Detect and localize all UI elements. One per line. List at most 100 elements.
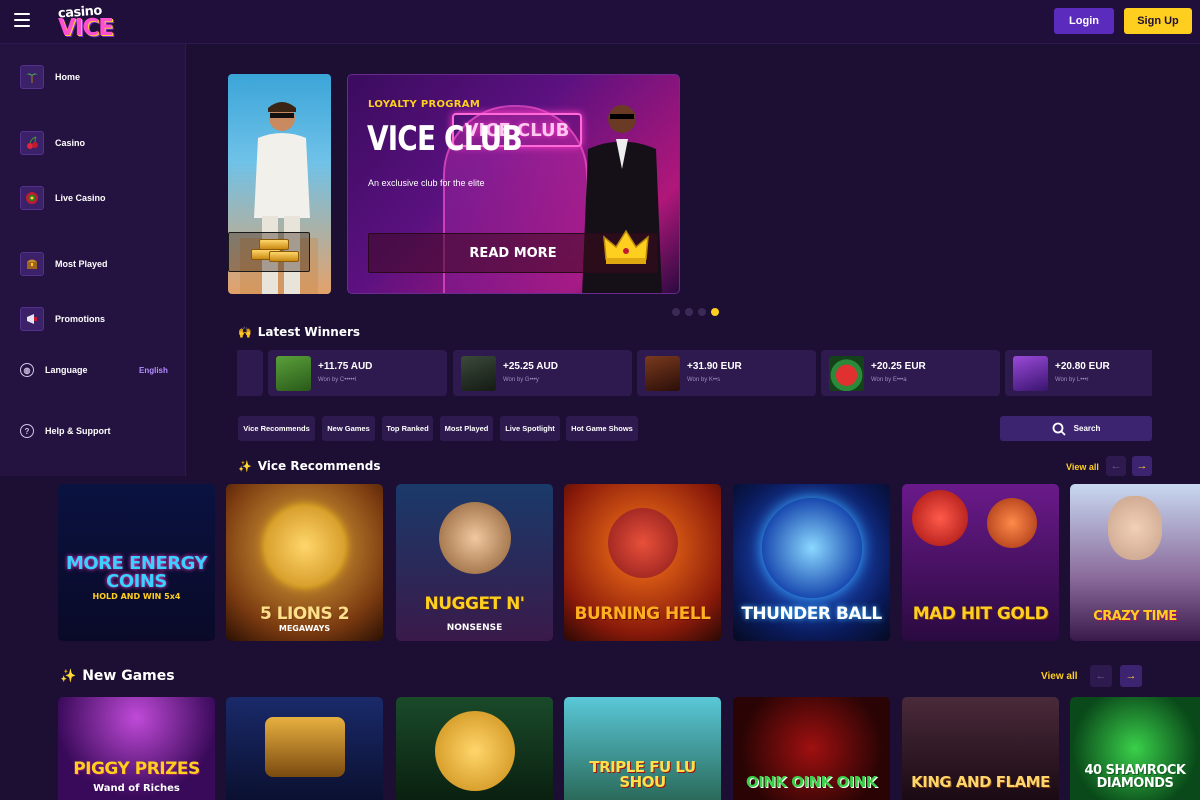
carousel-dot[interactable]	[698, 308, 706, 316]
language-selector[interactable]: ◍ Language	[20, 363, 88, 377]
roulette-icon	[20, 186, 44, 210]
signup-button[interactable]: Sign Up	[1124, 8, 1192, 34]
sidebar: Home Casino Live Casino Most Played Prom…	[0, 44, 186, 476]
winner-amount: +20.80 EUR	[1055, 361, 1110, 372]
cherry-icon	[20, 131, 44, 155]
sidebar-item-most-played[interactable]: Most Played	[20, 252, 108, 276]
game-title: MAD HIT GOLD	[912, 604, 1049, 624]
tab-live-spotlight[interactable]: Live Spotlight	[500, 416, 560, 441]
game-tile[interactable]: BURNING HELL	[564, 484, 721, 641]
sidebar-item-home[interactable]: Home	[20, 65, 80, 89]
winner-game-thumbnail	[461, 356, 496, 391]
gold-bars-frame	[228, 232, 310, 272]
sidebar-item-casino[interactable]: Casino	[20, 131, 85, 155]
hero-subtitle: An exclusive club for the elite	[368, 178, 485, 188]
game-subtitle: MEGAWAYS	[278, 624, 331, 633]
sidebar-item-label: Home	[55, 72, 81, 82]
winner-name: Won by L•••r	[1055, 377, 1089, 383]
winner-amount: +11.75 AUD	[318, 361, 373, 372]
question-icon: ?	[20, 424, 34, 438]
vice-recommends-heading: ✨ Vice Recommends	[238, 459, 380, 473]
tab-hot-game-shows[interactable]: Hot Game Shows	[566, 416, 638, 441]
tab-new-games[interactable]: New Games	[322, 416, 375, 441]
winner-name: Won by C•••••l	[318, 377, 357, 383]
game-title: NUGGET N'	[424, 594, 526, 614]
winner-game-thumbnail	[276, 356, 311, 391]
tab-most-played[interactable]: Most Played	[440, 416, 493, 441]
game-title: MORE ENERGY COINS	[65, 553, 208, 592]
winner-amount: +31.90 EUR	[687, 361, 742, 372]
sidebar-item-label: Live Casino	[55, 193, 106, 203]
winner-card[interactable]: +20.80 EUR Won by L•••r	[1005, 350, 1152, 396]
tab-top-ranked[interactable]: Top Ranked	[382, 416, 433, 441]
game-tile[interactable]: NUGGET N' NONSENSE	[396, 484, 553, 641]
hero-slide-previous[interactable]	[228, 74, 331, 294]
hero-slide-vice-club[interactable]: VICE CLUB LOYALTY PROGRAM VICE CLUB An e…	[347, 74, 680, 294]
help-support-link[interactable]: ? Help & Support	[20, 424, 111, 438]
search-button[interactable]: Search	[1000, 416, 1152, 441]
tab-vice-recommends[interactable]: Vice Recommends	[238, 416, 315, 441]
game-tile[interactable]: MAD HIT GOLD	[902, 484, 1059, 641]
top-bar: casino VICE Login Sign Up	[0, 0, 1200, 44]
winner-game-thumbnail	[829, 356, 864, 391]
next-arrow-icon[interactable]: →	[1132, 456, 1152, 476]
new-games-title: New Games	[82, 668, 175, 684]
game-tile[interactable]: KING AND FLAME	[902, 697, 1059, 800]
globe-icon: ◍	[20, 363, 34, 377]
game-subtitle: HOLD AND WIN 5x4	[92, 592, 181, 601]
winner-name: Won by G•••y	[503, 377, 539, 383]
game-tile[interactable]: PIGGY PRIZES Wand of Riches	[58, 697, 215, 800]
sparkles-icon: ✨	[60, 668, 77, 684]
winner-card[interactable]: +20.25 EUR Won by E•••a	[821, 350, 1000, 396]
game-title: 40 SHAMROCK DIAMONDS	[1084, 763, 1186, 791]
login-button[interactable]: Login	[1054, 8, 1114, 34]
game-tile[interactable]: CRAZY TIME	[1070, 484, 1200, 641]
game-title: 5 LIONS 2	[259, 604, 350, 624]
game-tile[interactable]: TRIPLE FU LU SHOU	[564, 697, 721, 800]
game-subtitle: NONSENSE	[446, 623, 503, 633]
winner-name: Won by K••s	[687, 377, 721, 383]
prev-arrow-icon[interactable]: ←	[1106, 456, 1126, 476]
winner-card[interactable]: +31.90 EUR Won by K••s	[637, 350, 816, 396]
prev-arrow-icon[interactable]: ←	[1090, 665, 1112, 687]
carousel-dot[interactable]	[685, 308, 693, 316]
winner-card-partial[interactable]	[237, 350, 263, 396]
chest-icon	[20, 252, 44, 276]
winner-amount: +20.25 EUR	[871, 361, 926, 372]
carousel-dot[interactable]	[672, 308, 680, 316]
view-all-recommends[interactable]: View all	[1066, 462, 1099, 472]
carousel-dot-active[interactable]	[711, 308, 719, 316]
sidebar-item-label: Most Played	[55, 259, 108, 269]
winner-card[interactable]: +25.25 AUD Won by G•••y	[453, 350, 632, 396]
game-tile[interactable]: OINK OINK OINK	[733, 697, 890, 800]
game-title: THUNDER BALL	[741, 604, 882, 624]
language-value[interactable]: English	[139, 366, 168, 375]
sidebar-item-promotions[interactable]: Promotions	[20, 307, 105, 331]
logo-top-text: casino	[57, 3, 103, 22]
game-tile[interactable]: 5 LIONS 2 MEGAWAYS	[226, 484, 383, 641]
game-tile[interactable]	[226, 697, 383, 800]
game-tile[interactable]: 40 SHAMROCK DIAMONDS	[1070, 697, 1200, 800]
winner-card[interactable]: +11.75 AUD Won by C•••••l	[268, 350, 447, 396]
game-title: CRAZY TIME	[1093, 609, 1177, 624]
game-tile[interactable]	[396, 697, 553, 800]
help-label: Help & Support	[45, 426, 111, 436]
carousel-dots	[672, 308, 719, 316]
hero-title: VICE CLUB	[367, 119, 523, 159]
game-tile[interactable]: MORE ENERGY COINS HOLD AND WIN 5x4	[58, 484, 215, 641]
game-title: OINK OINK OINK	[746, 773, 877, 791]
sidebar-item-live-casino[interactable]: Live Casino	[20, 186, 106, 210]
sidebar-item-label: Casino	[55, 138, 86, 148]
winners-strip: +11.75 AUD Won by C•••••l +25.25 AUD Won…	[237, 350, 1152, 396]
game-title: BURNING HELL	[574, 604, 711, 624]
game-title: PIGGY PRIZES	[73, 759, 200, 779]
casino-vice-logo[interactable]: casino VICE	[57, 3, 114, 40]
game-title: KING AND FLAME	[911, 773, 1050, 791]
view-all-new-games[interactable]: View all	[1041, 671, 1078, 682]
sidebar-item-label: Promotions	[55, 314, 106, 324]
search-label: Search	[1073, 424, 1101, 433]
hero-eyebrow: LOYALTY PROGRAM	[368, 99, 481, 110]
menu-icon[interactable]	[14, 13, 30, 27]
game-tile[interactable]: THUNDER BALL	[733, 484, 890, 641]
next-arrow-icon[interactable]: →	[1120, 665, 1142, 687]
